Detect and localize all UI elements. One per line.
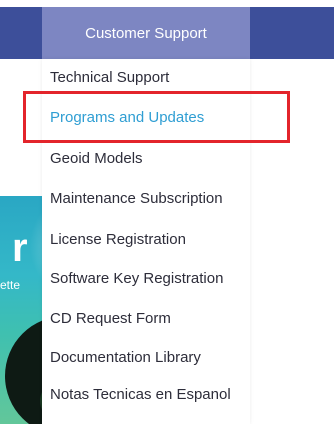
hero-subtitle: ette xyxy=(0,278,21,292)
menu-item-software-key-registration[interactable]: Software Key Registration xyxy=(50,270,223,287)
highlight-box xyxy=(23,91,290,143)
menu-item-cd-request-form[interactable]: CD Request Form xyxy=(50,310,171,327)
hero-letter: r xyxy=(12,226,28,270)
nav-tab-label: Customer Support xyxy=(85,24,207,42)
menu-item-license-registration[interactable]: License Registration xyxy=(50,231,186,248)
menu-item-maintenance-subscription[interactable]: Maintenance Subscription xyxy=(50,190,223,207)
nav-tab-customer-support[interactable]: Customer Support xyxy=(42,7,250,59)
menu-item-documentation-library[interactable]: Documentation Library xyxy=(50,349,201,366)
menu-item-notas-tecnicas[interactable]: Notas Tecnicas en Espanol xyxy=(50,387,240,402)
menu-item-technical-support[interactable]: Technical Support xyxy=(50,69,169,86)
top-nav-bar: Customer Support xyxy=(0,7,334,59)
menu-item-geoid-models[interactable]: Geoid Models xyxy=(50,150,143,167)
